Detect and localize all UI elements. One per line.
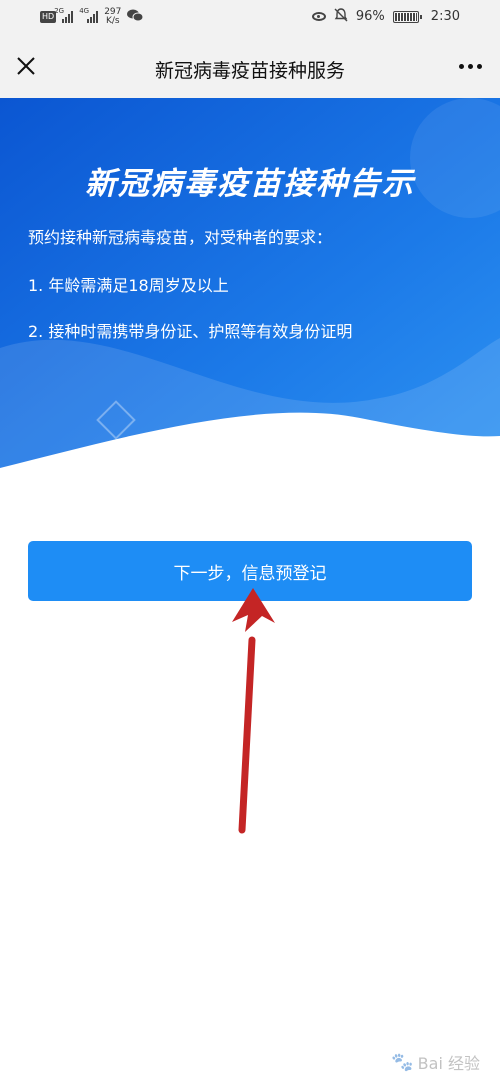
- requirement-item: 1. 年龄需满足18周岁及以上: [28, 276, 229, 295]
- battery-icon: [392, 10, 422, 23]
- next-step-button[interactable]: 下一步，信息预登记: [28, 541, 472, 601]
- wechat-icon: [127, 9, 144, 25]
- signal-tag: 4G: [79, 7, 90, 15]
- page-title: 新冠病毒疫苗接种服务: [154, 60, 345, 82]
- more-icon: [458, 63, 482, 69]
- bell-off-icon: [334, 8, 348, 25]
- signal-icon: 2G: [54, 7, 74, 23]
- notice-banner: 新冠病毒疫苗接种告示 预约接种新冠病毒疫苗，对受种者的要求： 1. 年龄需满足1…: [0, 98, 500, 478]
- network-speed: 297 K/s: [104, 8, 121, 26]
- eye-icon: [311, 12, 326, 21]
- banner-headline: 新冠病毒疫苗接种告示: [85, 166, 415, 202]
- screen: HD 2G 4G 297 K/s 96% 2:30 新冠病毒疫苗接种服务 新冠病…: [0, 0, 500, 1084]
- status-right: 96% 2:30: [311, 8, 460, 25]
- requirement-item: 2. 接种时需携带身份证、护照等有效身份证明: [28, 322, 353, 341]
- status-bar: HD 2G 4G 297 K/s 96% 2:30: [0, 0, 500, 36]
- banner-intro: 预约接种新冠病毒疫苗，对受种者的要求：: [28, 228, 333, 247]
- battery-percent: 96%: [355, 9, 385, 24]
- signal-icon: 4G: [79, 7, 99, 23]
- title-bar: 新冠病毒疫苗接种服务: [0, 36, 500, 98]
- more-button[interactable]: [450, 50, 490, 82]
- paw-icon: 🐾: [391, 1051, 414, 1073]
- signal-tag: 2G: [54, 7, 65, 15]
- speed-unit: K/s: [105, 16, 120, 26]
- watermark-text: Bai 经验: [417, 1054, 480, 1073]
- watermark: 🐾 Bai 经验: [391, 1050, 480, 1074]
- status-left: HD 2G 4G 297 K/s: [40, 7, 144, 26]
- clock: 2:30: [430, 9, 460, 24]
